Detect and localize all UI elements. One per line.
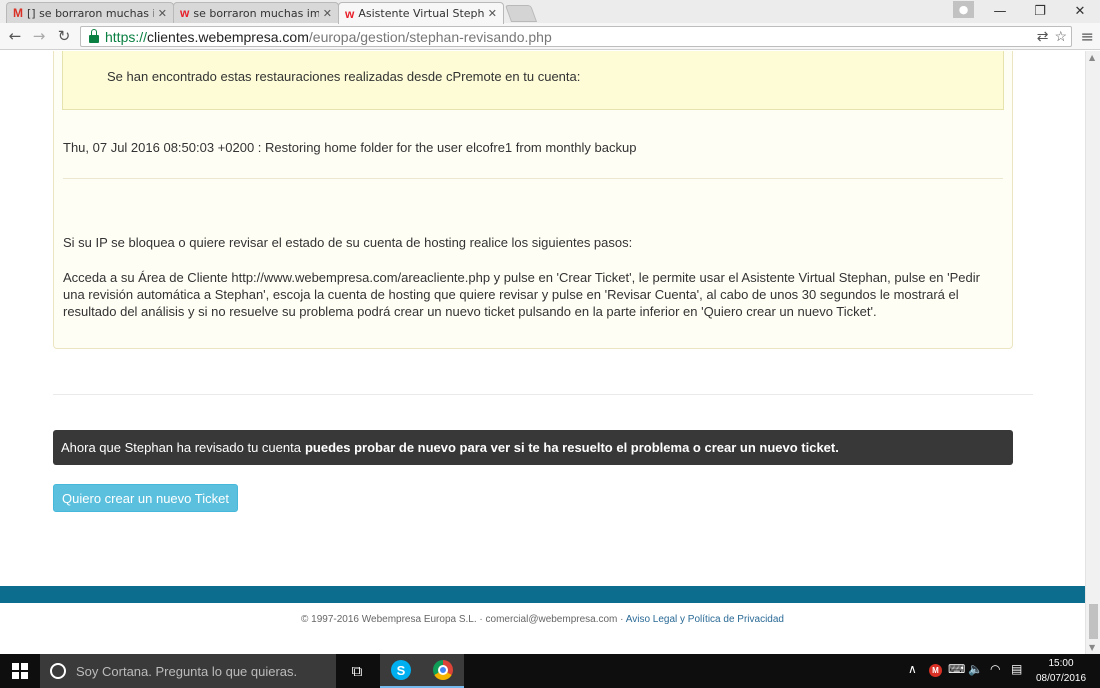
new-tab-button[interactable]: [504, 5, 538, 22]
tab-asistente-virtual[interactable]: w Asistente Virtual Stephan ✕: [338, 2, 504, 24]
footer: © 1997-2016 Webempresa Europa S.L. · com…: [0, 614, 1085, 625]
translate-icon[interactable]: ⇄: [1037, 28, 1049, 45]
banner-text: Ahora que Stephan ha revisado tu cuenta: [61, 440, 301, 455]
user-profile-icon[interactable]: ●: [953, 1, 974, 18]
scroll-up-icon[interactable]: ▲: [1089, 53, 1095, 62]
clock-date: 08/07/2016: [1035, 673, 1087, 684]
forward-icon[interactable]: →: [28, 26, 50, 46]
create-ticket-button[interactable]: Quiero crear un nuevo Ticket: [53, 484, 238, 512]
ip-instructions-steps: Acceda a su Área de Cliente http://www.w…: [63, 270, 980, 319]
tray-overflow-icon[interactable]: ∧: [908, 662, 917, 676]
restore-entry: Thu, 07 Jul 2016 08:50:03 +0200 : Restor…: [63, 140, 637, 155]
browser-toolbar: ← → ↻ https:// clientes.webempresa.com /…: [0, 23, 1100, 50]
close-icon[interactable]: ✕: [488, 7, 497, 20]
footer-copyright: © 1997-2016 Webempresa Europa S.L. · com…: [301, 614, 624, 625]
gmail-tray-icon[interactable]: M: [929, 664, 942, 677]
wifi-icon[interactable]: ◠: [990, 662, 1000, 676]
skype-icon: S: [391, 660, 411, 680]
notifications-icon[interactable]: ▤: [1011, 662, 1022, 676]
keyboard-icon[interactable]: ⌨: [948, 662, 965, 676]
tab-webempresa-1[interactable]: w se borraron muchas imág ✕: [173, 2, 339, 23]
cortana-search-box[interactable]: Soy Cortana. Pregunta lo que quieras.: [40, 654, 336, 688]
section-divider: [53, 394, 1033, 395]
skype-taskbar-button[interactable]: S: [380, 654, 422, 688]
lock-icon: [89, 28, 99, 43]
webempresa-icon: w: [180, 6, 190, 20]
cortana-placeholder: Soy Cortana. Pregunta lo que quieras.: [76, 663, 298, 679]
taskbar-clock[interactable]: 15:00 08/07/2016: [1033, 656, 1089, 686]
task-view-icon[interactable]: ⧉: [336, 654, 378, 688]
tab-title: [] se borraron muchas imá: [27, 6, 154, 20]
gmail-icon: M: [13, 6, 23, 20]
browser-menu-icon[interactable]: ≡: [1081, 27, 1094, 46]
windows-taskbar: Soy Cortana. Pregunta lo que quieras. ⧉ …: [0, 654, 1100, 688]
alert-text: Se han encontrado estas restauraciones r…: [107, 69, 581, 84]
browser-tab-strip: M [] se borraron muchas imá ✕ w se borra…: [0, 0, 1100, 24]
scroll-down-icon[interactable]: ▼: [1089, 643, 1095, 652]
page-scrollbar[interactable]: ▲ ▼: [1085, 51, 1100, 654]
address-bar[interactable]: https:// clientes.webempresa.com /europa…: [80, 26, 1072, 47]
cortana-icon: [50, 663, 66, 679]
reload-icon[interactable]: ↻: [53, 26, 75, 46]
close-icon[interactable]: ✕: [323, 7, 332, 20]
chrome-icon: [433, 660, 453, 680]
window-close-button[interactable]: ✕: [1058, 0, 1100, 22]
tab-title: Asistente Virtual Stephan: [358, 7, 484, 20]
chrome-taskbar-button[interactable]: [422, 654, 464, 688]
webempresa-icon: w: [345, 6, 355, 21]
tab-gmail[interactable]: M [] se borraron muchas imá ✕: [6, 2, 174, 23]
scroll-thumb[interactable]: [1089, 604, 1098, 639]
review-complete-banner: Ahora que Stephan ha revisado tu cuenta …: [53, 430, 1013, 465]
minimize-button[interactable]: —: [978, 0, 1022, 22]
tab-title: se borraron muchas imág: [193, 6, 318, 20]
clock-time: 15:00: [1048, 658, 1074, 669]
restorations-alert: Se han encontrado estas restauraciones r…: [62, 51, 1004, 110]
url-path: /europa/gestion/stephan-revisando.php: [308, 28, 552, 45]
url-scheme: https://: [105, 28, 148, 45]
divider: [63, 178, 1003, 179]
bookmark-star-icon[interactable]: ☆: [1054, 28, 1067, 45]
restore-button[interactable]: ❐: [1018, 0, 1062, 22]
back-icon[interactable]: ←: [4, 26, 26, 46]
banner-emphasis: puedes probar de nuevo para ver si te ha…: [304, 440, 839, 455]
url-host: clientes.webempresa.com: [147, 28, 309, 45]
legal-privacy-link[interactable]: Aviso Legal y Política de Privacidad: [626, 614, 784, 625]
windows-start-icon[interactable]: [12, 663, 28, 679]
page-viewport: Se han encontrado estas restauraciones r…: [0, 51, 1085, 654]
footer-bar: [0, 586, 1085, 603]
ip-instructions-title: Si su IP se bloquea o quiere revisar el …: [63, 235, 633, 250]
close-icon[interactable]: ✕: [158, 7, 167, 20]
volume-icon[interactable]: 🔈: [968, 662, 983, 676]
